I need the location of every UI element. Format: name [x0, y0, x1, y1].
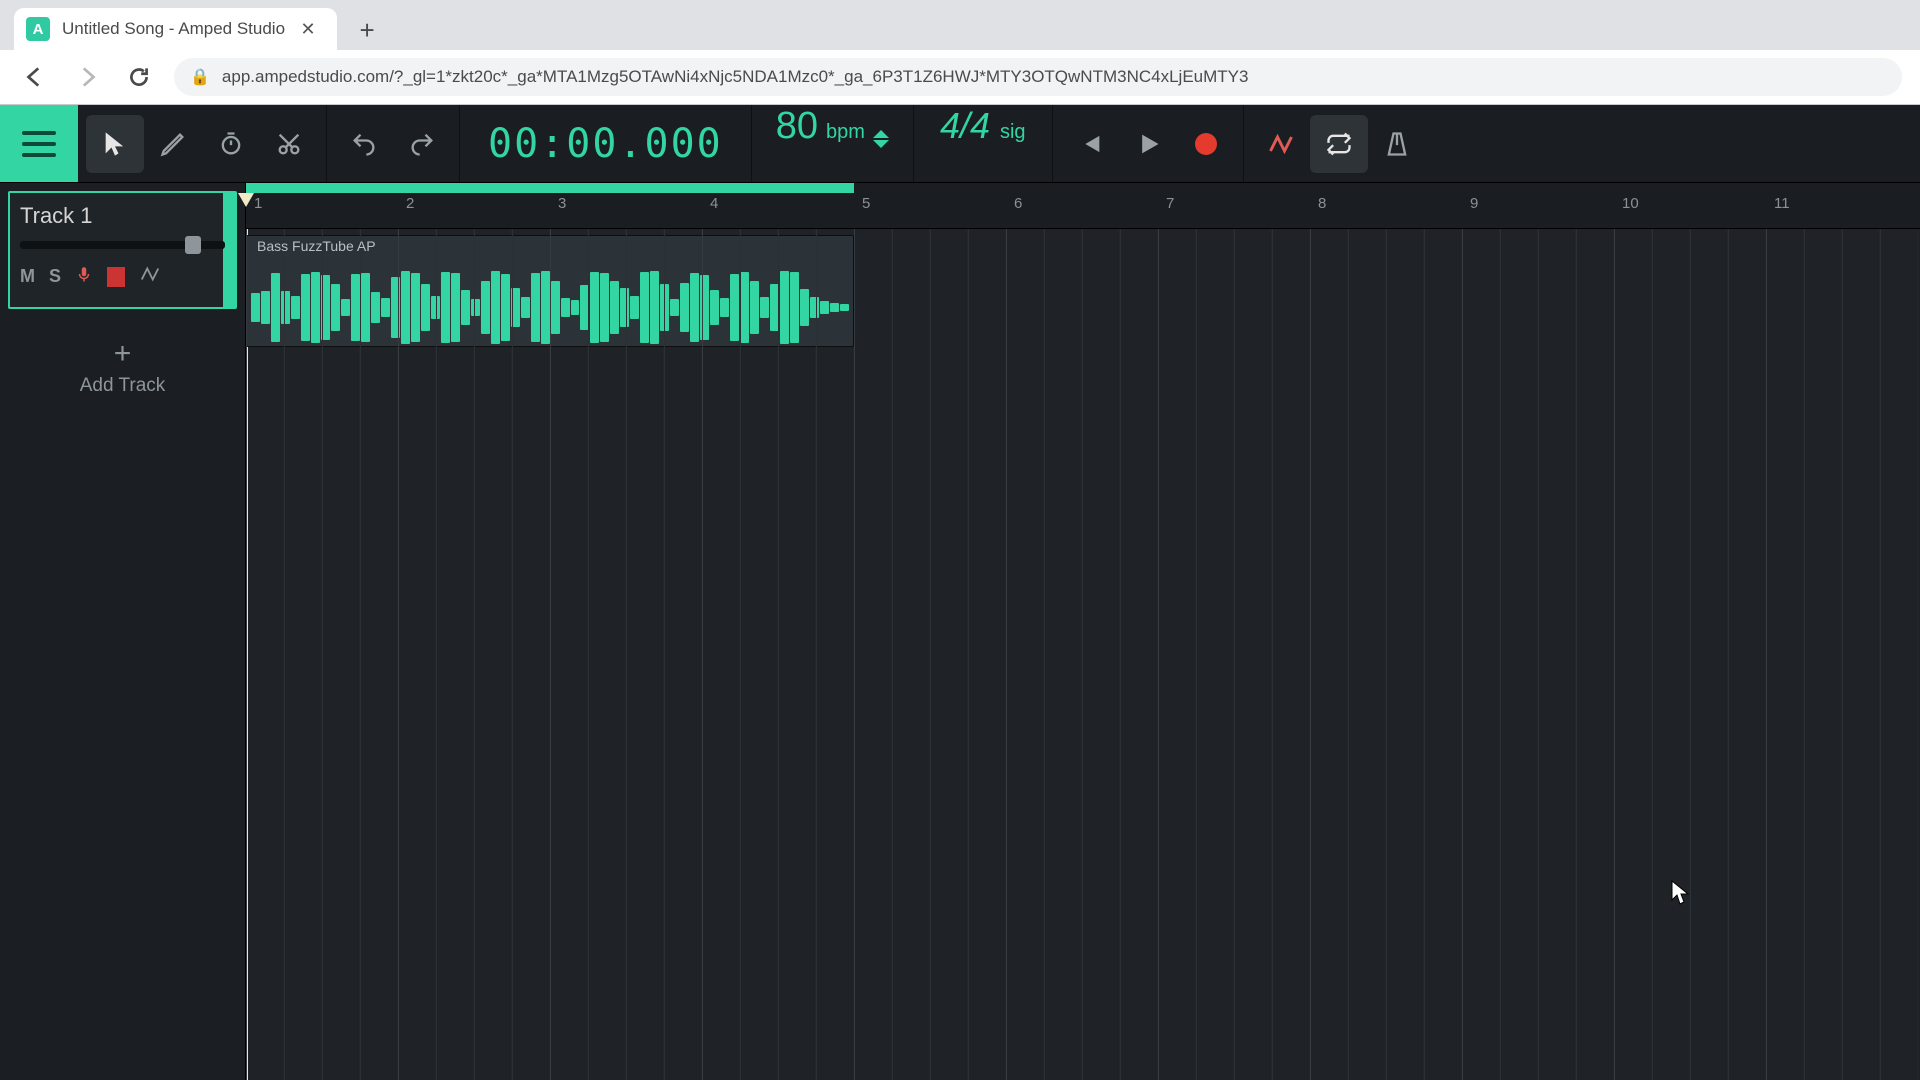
timesig-control[interactable]: 4/4 sig — [914, 105, 1053, 182]
menu-button[interactable] — [0, 105, 78, 182]
track-name[interactable]: Track 1 — [20, 203, 225, 229]
tempo-down-icon[interactable] — [873, 140, 889, 148]
play-button[interactable] — [1119, 115, 1177, 173]
tab-close-icon[interactable]: ✕ — [297, 18, 319, 40]
lock-icon: 🔒 — [190, 67, 210, 87]
bar-number: 2 — [406, 195, 414, 212]
bar-number: 9 — [1470, 195, 1478, 212]
timesig-value: 4/4 — [940, 105, 990, 147]
bar-number: 1 — [254, 195, 262, 212]
slider-thumb[interactable] — [185, 236, 201, 254]
pointer-tool[interactable] — [86, 115, 144, 173]
undo-button[interactable] — [335, 115, 393, 173]
editor: Track 1 M S + Add Tra — [0, 183, 1920, 1080]
bar-number: 3 — [558, 195, 566, 212]
rewind-button[interactable] — [1061, 115, 1119, 173]
track-volume-slider[interactable] — [20, 241, 225, 249]
solo-button[interactable]: S — [49, 266, 61, 287]
tool-group-edit — [78, 105, 327, 182]
tempo-control[interactable]: 80 bpm — [752, 105, 914, 182]
mouse-cursor — [1670, 880, 1690, 906]
add-track-label: Add Track — [80, 375, 166, 397]
app-root: 00:00.000 80 bpm 4/4 sig — [0, 105, 1920, 1080]
back-button[interactable] — [18, 60, 52, 94]
track-accent — [223, 193, 235, 307]
arranger[interactable]: 1 2 3 4 5 6 7 8 9 10 11 Bass FuzzTube AP — [246, 183, 1920, 1080]
tab-title: Untitled Song - Amped Studio — [62, 19, 285, 39]
tempo-stepper[interactable] — [873, 130, 889, 148]
bar-number: 4 — [710, 195, 718, 212]
track-header[interactable]: Track 1 M S — [8, 191, 237, 309]
plus-icon: + — [114, 339, 132, 369]
tempo-up-icon[interactable] — [873, 130, 889, 138]
clip-label: Bass FuzzTube AP — [257, 238, 376, 254]
reload-button[interactable] — [122, 60, 156, 94]
extra-group — [1244, 105, 1434, 182]
timecode-display[interactable]: 00:00.000 — [460, 105, 752, 182]
pencil-tool[interactable] — [144, 115, 202, 173]
track-controls: M S — [20, 263, 225, 290]
browser-tabstrip: A Untitled Song - Amped Studio ✕ + — [0, 0, 1920, 50]
arranger-lanes[interactable]: Bass FuzzTube AP — [246, 229, 1920, 1080]
address-bar[interactable]: 🔒 app.ampedstudio.com/?_gl=1*zkt20c*_ga*… — [174, 58, 1902, 96]
bar-number: 7 — [1166, 195, 1174, 212]
bar-number: 8 — [1318, 195, 1326, 212]
record-arm-icon[interactable] — [75, 264, 93, 289]
favicon: A — [26, 17, 50, 41]
url-text: app.ampedstudio.com/?_gl=1*zkt20c*_ga*MT… — [222, 67, 1249, 87]
midi-input-icon[interactable] — [107, 267, 125, 287]
automation-toggle-icon[interactable] — [139, 263, 161, 290]
timesig-label: sig — [1000, 121, 1026, 144]
loop-region[interactable] — [246, 183, 854, 193]
cut-tool[interactable] — [260, 115, 318, 173]
new-tab-button[interactable]: + — [347, 10, 387, 50]
redo-button[interactable] — [393, 115, 451, 173]
bar-number: 5 — [862, 195, 870, 212]
forward-button[interactable] — [70, 60, 104, 94]
tempo-value: 80 — [776, 105, 818, 148]
timeline-ruler[interactable]: 1 2 3 4 5 6 7 8 9 10 11 — [246, 183, 1920, 229]
tool-group-history — [327, 105, 460, 182]
bar-number: 11 — [1774, 195, 1790, 212]
browser-tab[interactable]: A Untitled Song - Amped Studio ✕ — [14, 8, 337, 50]
mute-button[interactable]: M — [20, 266, 35, 287]
app-toolbar: 00:00.000 80 bpm 4/4 sig — [0, 105, 1920, 183]
bar-number: 10 — [1622, 195, 1639, 212]
transport-group — [1053, 105, 1244, 182]
automation-icon[interactable] — [1252, 115, 1310, 173]
add-track-button[interactable]: + Add Track — [0, 317, 245, 419]
loop-button[interactable] — [1310, 115, 1368, 173]
timecode-value: 00:00.000 — [488, 121, 723, 167]
record-button[interactable] — [1177, 115, 1235, 173]
timer-tool[interactable] — [202, 115, 260, 173]
metronome-button[interactable] — [1368, 115, 1426, 173]
tempo-unit: bpm — [826, 121, 865, 144]
bar-number: 6 — [1014, 195, 1022, 212]
track-panel: Track 1 M S + Add Tra — [0, 183, 246, 1080]
browser-toolbar: 🔒 app.ampedstudio.com/?_gl=1*zkt20c*_ga*… — [0, 50, 1920, 105]
playhead-marker[interactable] — [238, 193, 254, 207]
